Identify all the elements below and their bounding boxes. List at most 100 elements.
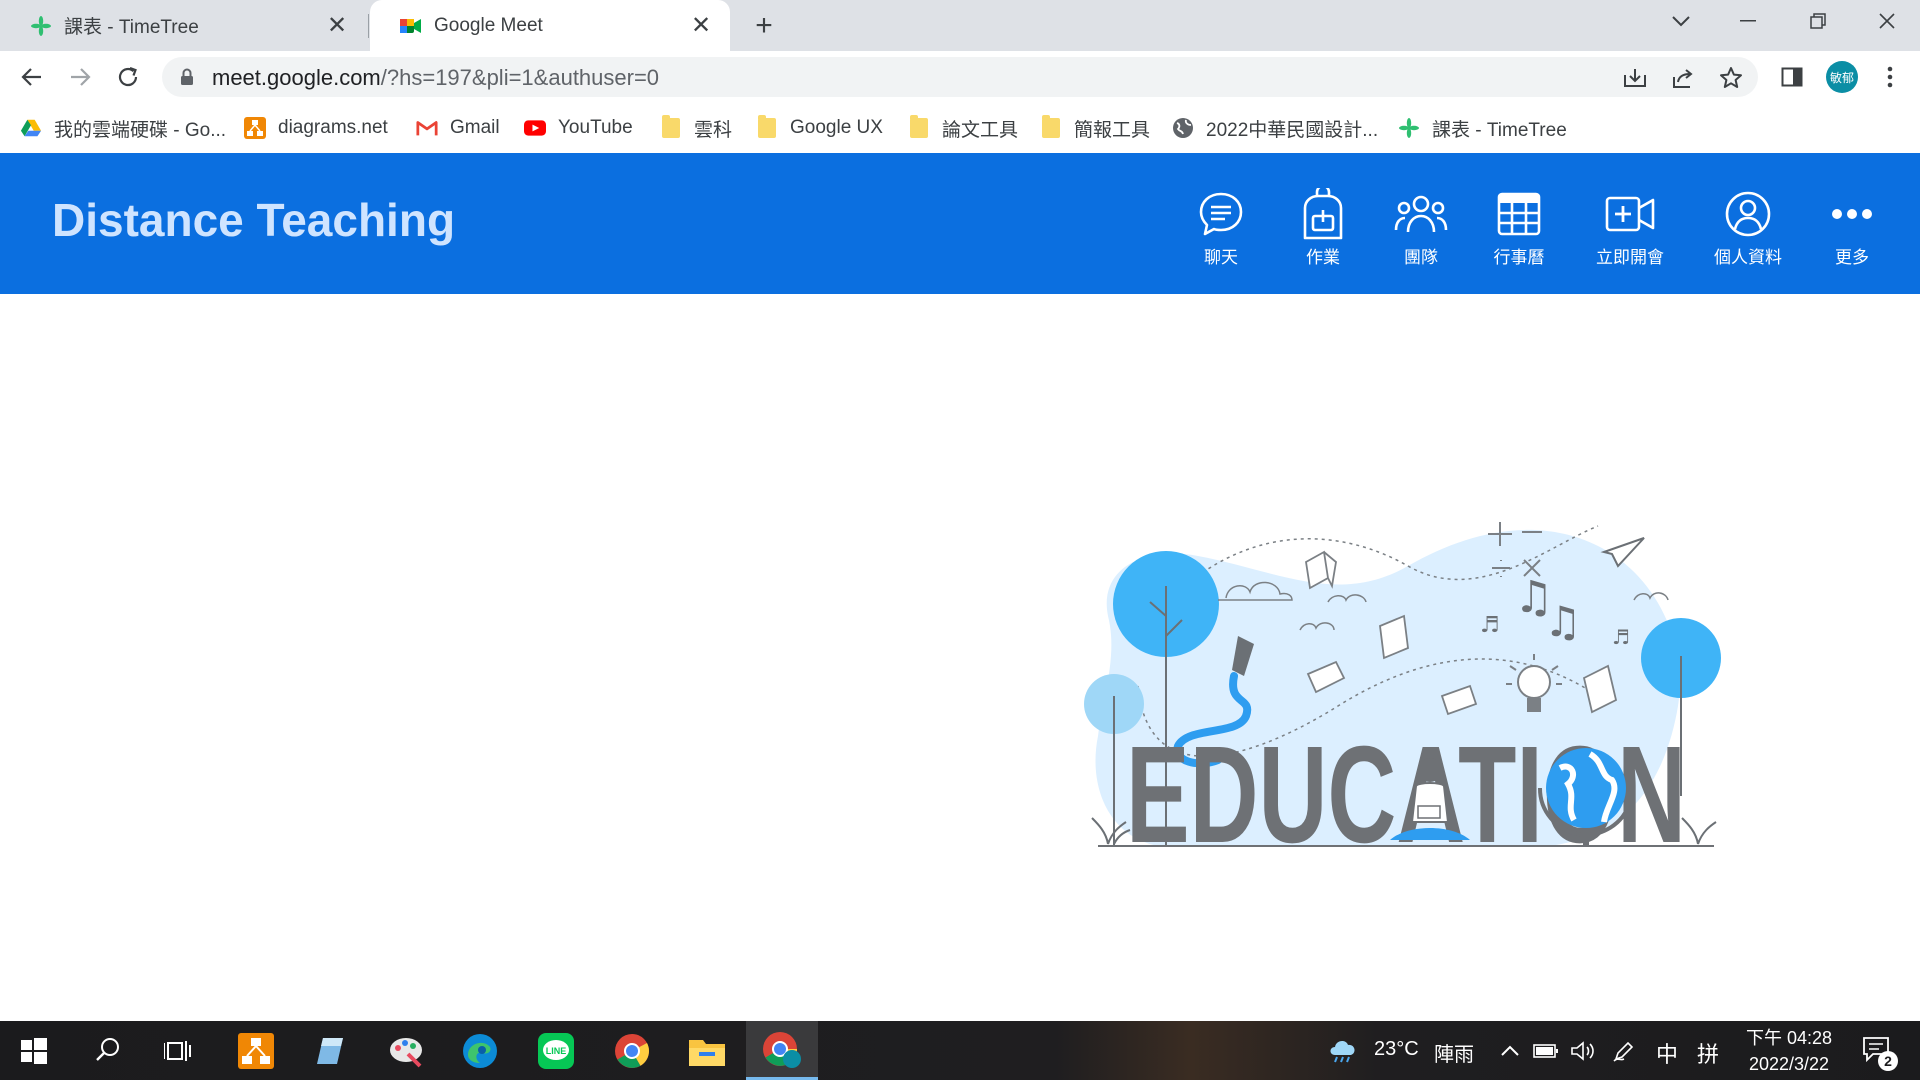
search-icon — [95, 1036, 121, 1067]
bookmark-label: 課表 - TimeTree — [1432, 119, 1567, 141]
nav-calendar[interactable]: 行事曆 — [1490, 189, 1548, 268]
bookmark-label: 論文工具 — [942, 119, 1019, 141]
edge-app-button[interactable] — [460, 1031, 500, 1071]
line-app-button[interactable]: LINE — [536, 1031, 576, 1071]
paint-app-button[interactable] — [386, 1031, 426, 1071]
chrome-profile-active-button[interactable] — [746, 1021, 818, 1080]
folder-icon — [660, 115, 682, 139]
weather-button[interactable] — [1324, 1031, 1364, 1071]
bookmark-star-icon[interactable] — [1718, 65, 1744, 91]
url-domain: meet.google.com — [212, 65, 381, 90]
bookmark-label: 雲科 — [694, 119, 733, 141]
share-icon[interactable] — [1670, 65, 1696, 91]
nav-label: 立即開會 — [1596, 248, 1664, 267]
address-bar[interactable]: meet.google.com/?hs=197&pli=1&authuser=0 — [162, 57, 1758, 97]
browser-toolbar: meet.google.com/?hs=197&pli=1&authuser=0… — [0, 51, 1920, 103]
bookmark-design-award[interactable]: 2022中華民國設計... — [1172, 113, 1378, 143]
bookmark-timetree[interactable]: 課表 - TimeTree — [1398, 113, 1567, 143]
clock[interactable]: 下午 04:28 2022/3/22 — [1746, 1025, 1832, 1077]
bookmark-label: 簡報工具 — [1074, 119, 1151, 141]
minimize-button[interactable] — [1713, 0, 1783, 42]
battery-icon[interactable] — [1526, 1031, 1566, 1071]
bookmark-label: 我的雲端硬碟 - Go... — [54, 119, 227, 141]
nav-label: 團隊 — [1404, 248, 1438, 267]
bookmark-folder-thesis-tools[interactable]: 論文工具 — [908, 113, 1018, 143]
nav-label: 行事曆 — [1493, 248, 1545, 267]
bookmark-diagrams[interactable]: diagrams.net — [244, 113, 388, 143]
nav-profile[interactable]: 個人資料 — [1710, 189, 1786, 268]
main-content: ♫ ♫ ♬ ♬ EDUCATION — [0, 294, 1920, 1021]
google-drive-icon — [20, 117, 42, 139]
notes-app-button[interactable] — [310, 1031, 350, 1071]
education-illustration: ♫ ♫ ♬ ♬ EDUCATION — [1078, 506, 1728, 872]
app-header: Distance Teaching 聊天 作業 團隊 行事曆 立即開會 個人資料… — [0, 153, 1920, 294]
show-hidden-icons-button[interactable] — [1490, 1031, 1530, 1071]
tab-search-button[interactable] — [1646, 0, 1716, 42]
chrome-app-button[interactable] — [612, 1031, 652, 1071]
backpack-icon — [1301, 188, 1345, 240]
ime-layout-indicator[interactable]: 拼 — [1697, 1037, 1719, 1069]
close-icon[interactable]: ✕ — [324, 12, 350, 39]
tab-divider — [368, 14, 369, 38]
notification-count-badge: 2 — [1878, 1051, 1898, 1071]
windows-taskbar: LINE 23°C 陣雨 中 拼 下午 04:28 2022/3/22 2 — [0, 1021, 1920, 1080]
folder-icon — [1040, 115, 1062, 139]
svg-text:LINE: LINE — [546, 1046, 567, 1056]
search-button[interactable] — [88, 1031, 128, 1071]
profile-avatar[interactable]: 敏郁 — [1826, 61, 1858, 93]
rain-cloud-icon — [1327, 1035, 1361, 1068]
volume-icon[interactable] — [1562, 1031, 1602, 1071]
chrome-menu-button[interactable] — [1872, 59, 1908, 95]
pen-input-icon[interactable] — [1604, 1031, 1644, 1071]
nav-chat[interactable]: 聊天 — [1196, 189, 1246, 268]
nav-assignments[interactable]: 作業 — [1298, 188, 1348, 268]
tab-timetree[interactable]: 課表 - TimeTree ✕ — [0, 0, 366, 51]
url-text[interactable]: meet.google.com/?hs=197&pli=1&authuser=0 — [212, 65, 659, 91]
clock-time: 下午 04:28 — [1746, 1028, 1833, 1048]
folder-icon — [908, 115, 930, 139]
globe-icon — [1172, 117, 1194, 139]
nav-label: 聊天 — [1204, 248, 1238, 267]
close-window-button[interactable] — [1852, 0, 1920, 42]
bookmark-youtube[interactable]: YouTube — [524, 113, 633, 143]
bookmark-label: Gmail — [450, 117, 500, 138]
bookmark-label: 2022中華民國設計... — [1206, 119, 1379, 141]
nav-teams[interactable]: 團隊 — [1394, 189, 1448, 268]
ime-mode-indicator[interactable]: 中 — [1656, 1037, 1678, 1069]
svg-text:♬: ♬ — [1612, 625, 1630, 649]
nav-meet-now[interactable]: 立即開會 — [1592, 189, 1668, 268]
notification-center-button[interactable]: 2 — [1856, 1031, 1898, 1071]
new-tab-button[interactable]: + — [748, 9, 780, 42]
side-panel-button[interactable] — [1774, 59, 1810, 95]
google-meet-icon — [400, 15, 422, 37]
bookmark-google-drive[interactable]: 我的雲端硬碟 - Go... — [20, 113, 226, 143]
video-add-icon — [1605, 189, 1655, 239]
lock-icon[interactable] — [180, 68, 194, 91]
folder-icon — [756, 115, 778, 139]
nav-label: 個人資料 — [1714, 248, 1782, 267]
bookmark-label: Google UX — [790, 117, 883, 138]
back-button[interactable] — [14, 59, 50, 95]
bookmark-folder-yuntech[interactable]: 雲科 — [660, 113, 732, 143]
bookmark-folder-google-ux[interactable]: Google UX — [756, 113, 883, 143]
tab-google-meet[interactable]: Google Meet ✕ — [370, 0, 730, 51]
restore-button[interactable] — [1783, 0, 1853, 42]
forward-button[interactable] — [62, 59, 98, 95]
bookmarks-bar: 我的雲端硬碟 - Go... diagrams.net Gmail YouTub… — [0, 103, 1920, 153]
start-button[interactable] — [14, 1031, 54, 1071]
weather-temperature[interactable]: 23°C — [1374, 1038, 1419, 1061]
clock-date: 2022/3/22 — [1748, 1054, 1830, 1074]
nav-more[interactable]: 更多 — [1830, 189, 1874, 268]
close-icon[interactable]: ✕ — [688, 12, 714, 39]
weather-condition[interactable]: 陣雨 — [1434, 1038, 1474, 1067]
youtube-icon — [524, 117, 546, 139]
url-path: /?hs=197&pli=1&authuser=0 — [380, 65, 660, 90]
bookmark-folder-presentation-tools[interactable]: 簡報工具 — [1040, 113, 1150, 143]
task-view-button[interactable] — [158, 1031, 198, 1071]
reload-button[interactable] — [110, 59, 146, 95]
diagrams-app-button[interactable] — [236, 1031, 276, 1071]
calendar-icon — [1497, 189, 1541, 239]
install-app-icon[interactable] — [1622, 65, 1648, 91]
file-explorer-button[interactable] — [687, 1031, 727, 1071]
bookmark-gmail[interactable]: Gmail — [416, 113, 500, 143]
